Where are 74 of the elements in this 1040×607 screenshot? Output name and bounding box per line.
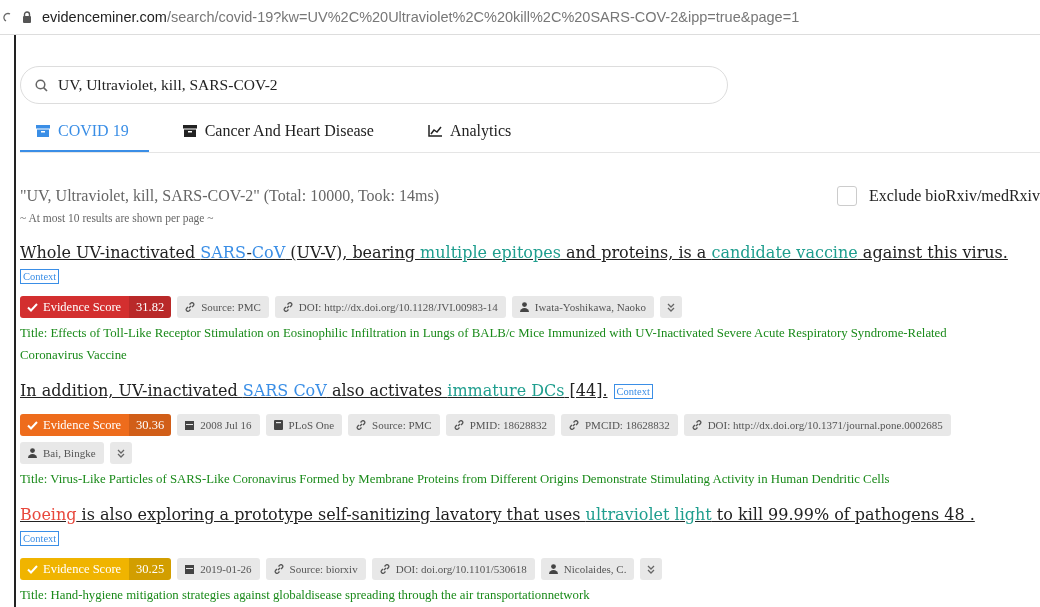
link-icon <box>356 420 367 430</box>
date-tag: 2008 Jul 16 <box>177 414 260 436</box>
score-label: Evidence Score <box>43 561 122 577</box>
article-title[interactable]: Title: Virus-Like Particles of SARS-Like Coronavirus Formed by Membrane Proteins from Different Origins Demonstrate Stimulating Activity in Human Dendritic Cells <box>20 468 980 490</box>
reload-icon[interactable] <box>2 11 12 23</box>
metadata-tag[interactable]: PMCID: 18628832 <box>561 414 678 436</box>
score-label: Evidence Score <box>43 299 122 315</box>
line-chart-icon <box>427 125 442 137</box>
entity-link[interactable]: multiple epitopes <box>420 243 561 262</box>
calendar-icon <box>185 420 195 430</box>
query-summary: "UV, Ultraviolet, kill, SARS-COV-2" (Total: 10000, Took: 14ms) <box>20 187 439 205</box>
entity-link[interactable]: CoV <box>251 243 286 262</box>
double-chevron-icon <box>647 564 656 574</box>
link-icon <box>453 420 464 430</box>
metadata-tag[interactable]: PMID: 18628832 <box>445 414 555 436</box>
score-value: 30.36 <box>129 414 172 436</box>
metadata-tag: Source: PMC <box>177 296 269 318</box>
link-icon <box>691 420 702 430</box>
entity-link[interactable]: candidate vaccine <box>711 243 858 262</box>
category-tab[interactable]: COVID 19 <box>20 114 149 152</box>
double-chevron-icon <box>667 302 676 312</box>
expand-button[interactable] <box>109 442 132 464</box>
article-title[interactable]: Title: Effects of Toll-Like Receptor Stimulation on Eosinophilic Infiltration in Lungs of BALB/c Mice Immunized with UV-Inactivated Severe Acute Respiratory Syndrome-Related Coronavirus Vaccine <box>20 322 980 366</box>
person-icon <box>548 564 558 574</box>
link-icon <box>379 564 390 574</box>
search-icon <box>35 78 48 92</box>
author-tag: Nicolaides, C. <box>540 558 635 580</box>
address-bar-url[interactable]: evidenceminer.com/search/covid-19?kw=UV%2C%20Ultraviolet%2C%20kill%2C%20SARS-COV-2&ipp=true&page=1 <box>42 9 800 25</box>
check-icon <box>27 564 38 574</box>
metadata-tag[interactable]: DOI: http://dx.doi.org/10.1371/journal.pone.0002685 <box>683 414 951 436</box>
author-tag: Iwata-Yoshikawa, Naoko <box>511 296 655 318</box>
entity-link[interactable]: SARS CoV <box>242 381 327 400</box>
entity-link[interactable]: ultraviolet light <box>585 505 712 524</box>
calendar-icon <box>185 564 195 574</box>
metadata-tag: Source: biorxiv <box>265 558 366 580</box>
double-chevron-icon <box>116 448 125 458</box>
person-icon <box>28 448 37 458</box>
lock-icon <box>22 11 32 23</box>
exclude-checkbox[interactable]: Exclude bioRxiv/medRxiv <box>836 186 1040 206</box>
evidence-sentence: Boeing is also exploring a prototype self-sanitizing lavatory that uses ultraviolet light to kill 99.99% of pathogens 48 . <box>20 504 975 526</box>
score-value: 30.25 <box>129 558 172 580</box>
evidence-sentence: Whole UV-inactivated SARS-CoV (UV-V), bearing multiple epitopes and proteins, is a candidate vaccine against this virus. <box>20 242 1008 264</box>
evidence-sentence: In addition, UV-inactivated SARS CoV also activates immature DCs [44]. <box>20 380 608 402</box>
book-icon <box>273 420 283 430</box>
metadata-tag: Source: PMC <box>348 414 440 436</box>
metadata-tag[interactable]: DOI: doi.org/10.1101/530618 <box>371 558 535 580</box>
entity-link[interactable]: immature DCs <box>447 381 565 400</box>
score-label: Evidence Score <box>43 417 122 433</box>
context-link[interactable]: Context <box>20 269 60 284</box>
entity-link[interactable]: SARS <box>200 243 247 262</box>
expand-button[interactable] <box>640 558 663 580</box>
entity-link[interactable]: Boeing <box>20 505 77 524</box>
results-note: ~ At most 10 results are shown per page ~ <box>20 212 215 224</box>
person-icon <box>519 302 529 312</box>
archive-icon <box>182 125 197 137</box>
context-link[interactable]: Context <box>20 531 60 546</box>
journal-tag: PLoS One <box>265 414 343 436</box>
link-icon <box>569 420 579 430</box>
metadata-tag[interactable]: DOI: http://dx.doi.org/10.1128/JVI.00983-14 <box>274 296 506 318</box>
context-link[interactable]: Context <box>613 383 653 399</box>
date-tag: 2019-01-26 <box>177 558 260 580</box>
author-tag: Bai, Bingke <box>20 442 104 464</box>
link-icon <box>185 302 196 312</box>
category-tab[interactable]: Analytics <box>411 114 532 152</box>
archive-icon <box>36 125 50 137</box>
link-icon <box>273 564 284 574</box>
expand-button[interactable] <box>660 296 683 318</box>
category-tab[interactable]: Cancer And Heart Disease <box>166 114 394 152</box>
link-icon <box>282 302 293 312</box>
check-icon <box>27 302 38 312</box>
checkbox[interactable] <box>836 186 857 206</box>
check-icon <box>27 420 38 430</box>
article-title[interactable]: Title: Hand-hygiene mitigation strategies against globaldisease spreading through the air transportationnetwork <box>20 584 980 606</box>
score-value: 31.82 <box>129 296 172 318</box>
